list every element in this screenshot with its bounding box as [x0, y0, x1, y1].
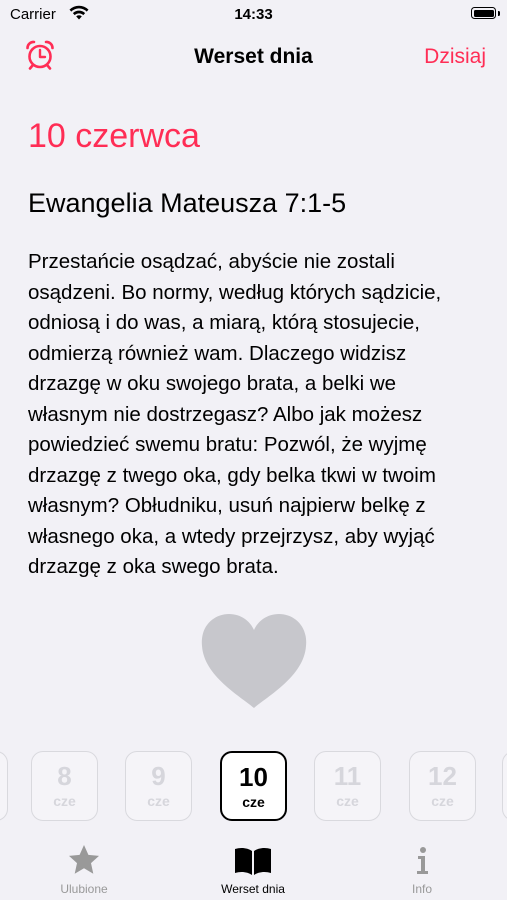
date-heading: 10 czerwca: [28, 117, 200, 155]
battery-tip: [497, 11, 500, 16]
day-month: cze: [431, 793, 454, 809]
star-icon: [69, 845, 99, 874]
tab-bar: Ulubione Werset dnia Info: [0, 835, 507, 900]
day-number: 9: [151, 761, 166, 791]
day-card-partial[interactable]: [0, 751, 8, 821]
verse-text: Przestańcie osądzać, abyście nie zostali…: [28, 247, 484, 583]
navigation-bar: Werset dnia Dzisiaj: [0, 30, 507, 82]
tab-label: Werset dnia: [221, 882, 285, 896]
verse-line: drzazgę w oku swojego brata, a belki we: [28, 372, 397, 395]
verse-line: drzazgę z twego oka, gdy belka tkwi w tw…: [28, 463, 436, 487]
battery-icon: [471, 7, 496, 19]
verse-line: własnego oka, a wtedy przejrzysz, aby wy…: [28, 524, 435, 548]
verse-line: drzazgę z oka swego brata.: [28, 555, 279, 578]
tab-label: Info: [411, 882, 432, 896]
day-card[interactable]: 9 cze: [125, 751, 192, 821]
tab-label: Ulubione: [60, 882, 108, 896]
day-card[interactable]: 11 cze: [314, 751, 381, 821]
verse-line: Przestańcie osądzać, abyście nie zostali: [28, 250, 395, 273]
verse-line: własnym nie dostrzegasz? Albo jak możesz: [28, 402, 423, 426]
day-month: cze: [242, 794, 265, 810]
day-card-partial[interactable]: [502, 751, 507, 821]
day-number: 12: [428, 761, 457, 791]
status-time: 14:33: [234, 6, 273, 23]
day-month: cze: [336, 793, 359, 809]
tab-info[interactable]: Info: [362, 843, 482, 896]
verse-line: powiedzieć swemu bratu: Pozwól, że wyjmę: [28, 433, 427, 456]
book-icon: [235, 847, 271, 875]
day-month: cze: [53, 793, 76, 809]
heart-icon[interactable]: [200, 612, 308, 710]
day-number: 10: [239, 762, 268, 792]
day-number: 11: [333, 761, 362, 791]
day-picker: 8 cze 9 cze 10 cze 11 cze 12 cze: [0, 749, 507, 825]
today-button[interactable]: Dzisiaj: [424, 45, 486, 69]
verse-line: osądzeni. Bo normy, według których sądzi…: [28, 280, 442, 304]
day-number: 8: [57, 761, 72, 791]
verse-line: odniosą i do was, a miarą, którą stosuje…: [28, 311, 420, 334]
day-card[interactable]: 12 cze: [409, 751, 476, 821]
day-card-selected[interactable]: 10 cze: [220, 751, 287, 821]
day-month: cze: [147, 793, 170, 809]
tab-verse-of-day[interactable]: Werset dnia: [193, 843, 313, 896]
day-card[interactable]: 8 cze: [31, 751, 98, 821]
verse-reference: Ewangelia Mateusza 7:1-5: [28, 188, 347, 218]
verse-line: własnym? Obłudniku, usuń najpierw belkę …: [28, 494, 426, 517]
status-bar: Carrier 14:33: [0, 0, 507, 30]
tab-favorites[interactable]: Ulubione: [24, 843, 144, 896]
verse-line: odmierzą również wam. Dlaczego widzisz: [28, 341, 407, 365]
info-icon: [417, 847, 428, 874]
